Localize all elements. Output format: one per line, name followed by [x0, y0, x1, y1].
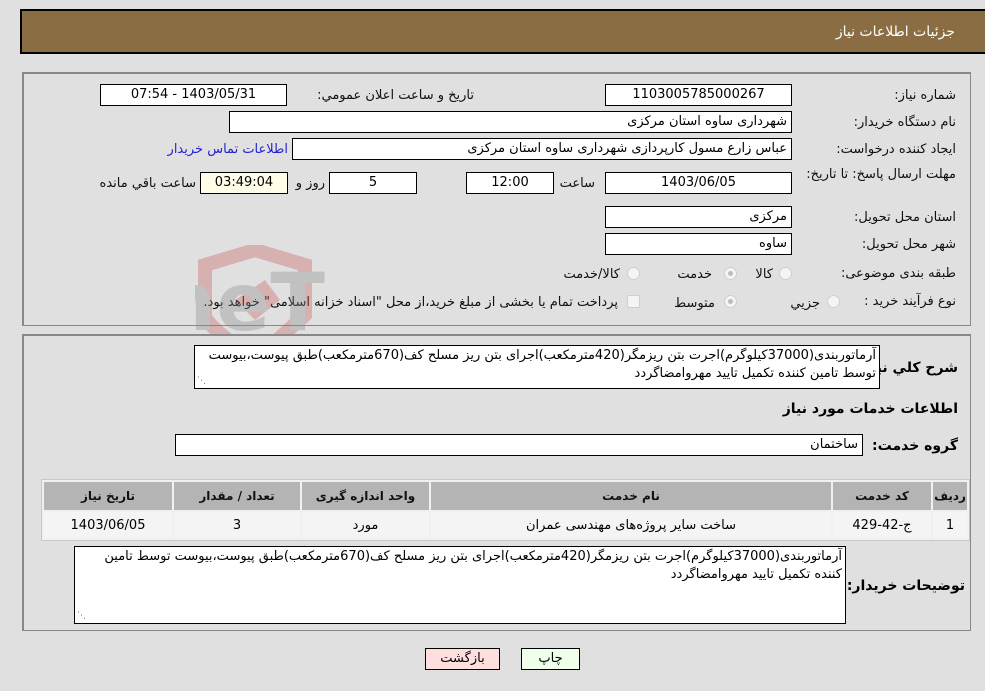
table-row: 1 ج-42-429 ساخت سایر پروژه‌های مهندسی عم…: [44, 512, 967, 538]
process-radio-medium[interactable]: [724, 295, 737, 308]
deadline-time-label: ساعت: [559, 176, 595, 191]
buyer-notes-label: توضیحات خریدار:: [846, 578, 965, 594]
cell-unit: مورد: [302, 512, 429, 538]
cell-service-name: ساخت سایر پروژه‌های مهندسی عمران: [431, 512, 831, 538]
table-header-row: ردیف کد خدمت نام خدمت واحد اندازه گیری ت…: [44, 482, 967, 510]
back-button[interactable]: بازگشت: [425, 648, 500, 670]
creator-field: عباس زارع مسول کارپردازی شهرداری ساوه اس…: [292, 138, 792, 160]
province-label: استان محل تحویل:: [854, 210, 956, 225]
description-textarea[interactable]: آرماتوربندی(37000کیلوگرم)اجرت بتن ریزمگر…: [194, 345, 880, 389]
col-service-name: نام خدمت: [431, 482, 831, 510]
services-section-title: اطلاعات خدمات مورد نياز: [782, 401, 958, 417]
cell-need-date: 1403/06/05: [44, 512, 172, 538]
city-label: شهر محل تحویل:: [861, 237, 956, 252]
services-panel: شرح كلي نياز: آرماتوربندی(37000کیلوگرم)ا…: [22, 334, 971, 631]
days-remaining-field: 5: [329, 172, 417, 194]
process-option-medium: متوسط: [674, 296, 715, 311]
need-details-panel: شماره نیاز: 1103005785000267 تاریخ و ساع…: [22, 72, 971, 326]
resize-grip-icon[interactable]: ⋰: [77, 612, 86, 621]
cell-quantity: 3: [174, 512, 300, 538]
category-option-goods-service: کالا/خدمت: [563, 267, 620, 282]
col-row-number: ردیف: [933, 482, 967, 510]
resize-grip-icon[interactable]: ⋰: [197, 377, 206, 386]
description-text: آرماتوربندی(37000کیلوگرم)اجرت بتن ریزمگر…: [208, 348, 876, 381]
remaining-time-label: ساعت باقي مانده: [99, 176, 196, 191]
col-unit: واحد اندازه گیری: [302, 482, 429, 510]
announce-label: تاریخ و ساعت اعلان عمومي:: [317, 88, 474, 103]
col-need-date: تاریخ نیاز: [44, 482, 172, 510]
page-header: جزئیات اطلاعات نیاز: [20, 9, 985, 54]
buyer-contact-link[interactable]: اطلاعات تماس خریدار: [168, 142, 288, 157]
cell-service-code: ج-42-429: [833, 512, 931, 538]
deadline-label: مهلت ارسال پاسخ: تا تاریخ:: [806, 167, 956, 182]
category-label: طبقه بندی موضوعی:: [840, 266, 956, 281]
process-radio-minor[interactable]: [827, 295, 840, 308]
services-table: ردیف کد خدمت نام خدمت واحد اندازه گیری ت…: [41, 479, 970, 541]
col-service-code: کد خدمت: [833, 482, 931, 510]
deadline-time-field: 12:00: [466, 172, 554, 194]
deadline-date-field: 1403/06/05: [605, 172, 792, 194]
service-group-field: ساختمان: [175, 434, 863, 456]
col-quantity: تعداد / مقدار: [174, 482, 300, 510]
service-group-label: گروه خدمت:: [872, 438, 958, 454]
need-number-label: شماره نیاز:: [894, 88, 956, 103]
category-radio-goods-service[interactable]: [627, 267, 640, 280]
category-option-goods: کالا: [755, 267, 773, 282]
buyer-notes-text: آرماتوربندی(37000کیلوگرم)اجرت بتن ریزمگر…: [104, 549, 842, 582]
province-field: مرکزی: [605, 206, 792, 228]
buyer-org-label: نام دستگاه خریدار:: [853, 115, 956, 130]
announce-datetime-field: 1403/05/31 - 07:54: [100, 84, 287, 106]
need-number-field: 1103005785000267: [605, 84, 792, 106]
remaining-time-field: 03:49:04: [200, 172, 288, 194]
treasury-checkbox[interactable]: [627, 295, 640, 308]
buyer-notes-textarea[interactable]: آرماتوربندی(37000کیلوگرم)اجرت بتن ریزمگر…: [74, 546, 846, 624]
treasury-note: پرداخت تمام یا بخشی از مبلغ خرید،از محل …: [203, 295, 618, 310]
city-field: ساوه: [605, 233, 792, 255]
category-radio-goods[interactable]: [779, 267, 792, 280]
category-option-service: خدمت: [677, 267, 712, 282]
process-option-minor: جزيي: [790, 296, 820, 311]
process-label: نوع فرآیند خرید :: [864, 294, 956, 309]
print-button[interactable]: چاپ: [521, 648, 580, 670]
page-title: جزئیات اطلاعات نیاز: [835, 24, 955, 40]
category-radio-service[interactable]: [724, 267, 737, 280]
cell-row-number: 1: [933, 512, 967, 538]
buyer-org-field: شهرداری ساوه استان مرکزی: [229, 111, 792, 133]
creator-label: ایجاد کننده درخواست:: [836, 142, 956, 157]
days-label: روز و: [295, 176, 325, 191]
